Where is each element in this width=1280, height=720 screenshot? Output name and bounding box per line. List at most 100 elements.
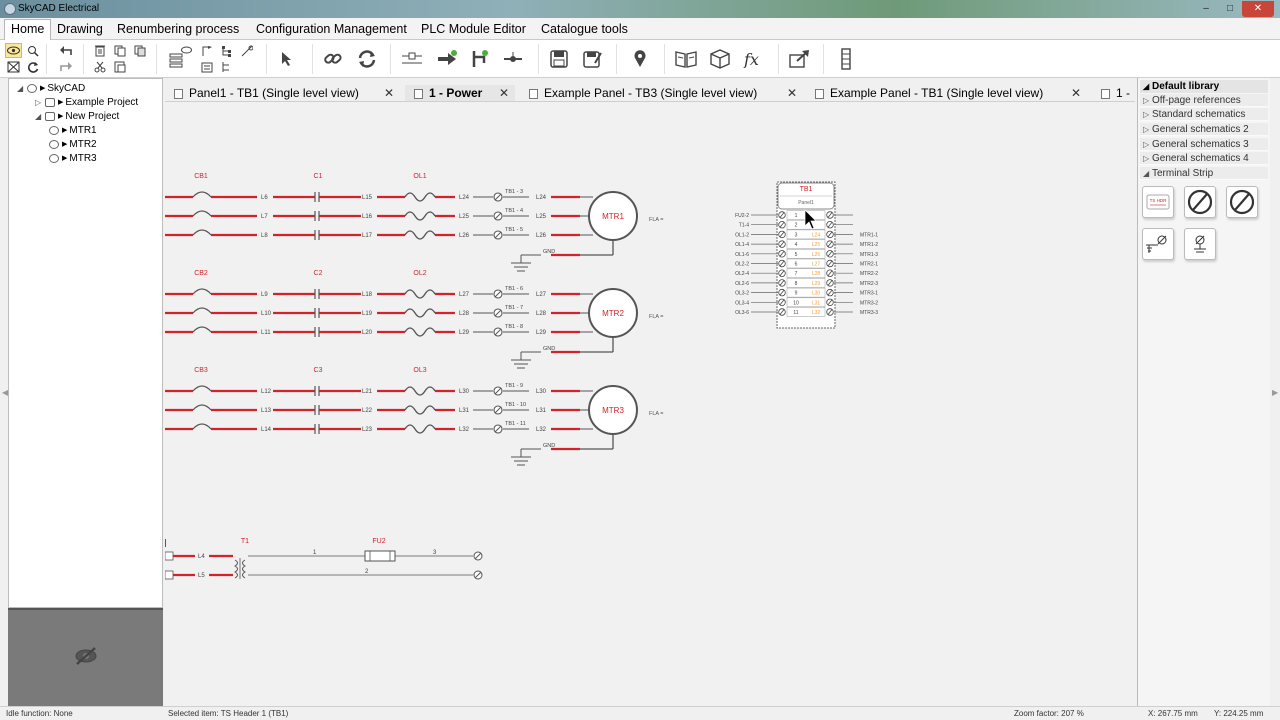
library-item-off-page-references[interactable]: ▷ Off-page references (1140, 94, 1268, 107)
close-tab-icon[interactable]: ✕ (384, 85, 394, 101)
wire-number: L31 (536, 408, 547, 414)
status-y-coordinate: Y: 224.25 mm (1214, 709, 1264, 718)
3d-box-icon[interactable] (707, 48, 733, 70)
sync-icon[interactable] (354, 48, 380, 70)
project-icon (45, 97, 55, 107)
tree-structure-icon[interactable] (219, 43, 235, 58)
tab-panel1-tb1[interactable]: Panel1 - TB1 (Single level view) ✕ (165, 85, 400, 101)
insert-page-icon[interactable] (199, 43, 215, 58)
wire-number: L22 (362, 408, 373, 414)
tree-item-skycad[interactable]: ◢ ▶ SkyCAD (17, 81, 85, 95)
close-tab-icon[interactable]: ✕ (787, 85, 797, 101)
overload-label: OL2 (413, 270, 426, 277)
save-all-icon[interactable] (580, 48, 606, 70)
tab-plc-module-editor[interactable]: PLC Module Editor (415, 21, 532, 39)
library-header[interactable]: ◢ Default library (1140, 80, 1268, 93)
copy-format-icon[interactable] (131, 43, 148, 58)
zoom-extents-icon[interactable] (5, 59, 22, 74)
select-pointer-icon[interactable] (276, 48, 296, 70)
eye-off-icon[interactable] (74, 646, 98, 669)
wire-number: L5 (198, 573, 205, 579)
tree-item-example-project[interactable]: ▷ ▶ Example Project (35, 95, 138, 109)
tab-1-power[interactable]: 1 - Power ✕ (405, 85, 515, 101)
transformer-label: T1 (241, 538, 249, 545)
right-collapse-handle[interactable]: ▶ (1272, 388, 1278, 397)
library-item-general-schematics-3[interactable]: ▷ General schematics 3 (1140, 138, 1268, 151)
minimize-button[interactable]: – (1194, 1, 1218, 17)
terminal-header-symbol[interactable]: TS HDR (1142, 186, 1174, 218)
fuse-label: FU2 (372, 538, 385, 545)
zoom-icon[interactable] (25, 43, 41, 58)
view-icon[interactable] (179, 44, 193, 56)
show-icon[interactable] (5, 43, 22, 58)
wire-settings-icon[interactable] (239, 43, 255, 58)
wire-number: L20 (362, 330, 373, 336)
link-icon[interactable] (321, 48, 345, 70)
wire-number: L25 (536, 214, 547, 220)
library-item-general-schematics-2[interactable]: ▷ General schematics 2 (1140, 123, 1268, 136)
close-tab-icon[interactable]: ✕ (499, 85, 509, 101)
tab-1-partial[interactable]: 1 - (1092, 85, 1135, 101)
save-icon[interactable] (547, 48, 571, 70)
pe-terminal-icon[interactable] (1184, 228, 1216, 260)
hierarchy-icon[interactable] (219, 59, 235, 74)
page-icon (414, 89, 423, 99)
wire-number: L13 (261, 408, 272, 414)
tab-catalogue-tools[interactable]: Catalogue tools (535, 21, 634, 39)
overload-element (404, 230, 436, 240)
library-item-standard-schematics[interactable]: ▷ Standard schematics (1140, 108, 1268, 121)
undo-icon[interactable] (57, 43, 75, 58)
tab-example-panel-tb3[interactable]: Example Panel - TB3 (Single level view) … (520, 85, 800, 101)
tab-renumbering-process[interactable]: Renumbering process (111, 21, 245, 39)
maximize-button[interactable]: □ (1218, 1, 1242, 17)
tab-example-panel-tb1[interactable]: Example Panel - TB1 (Single level view) … (806, 85, 1086, 101)
wire-number: L17 (362, 233, 373, 239)
left-collapse-handle[interactable]: ◀ (2, 388, 8, 397)
schematic-canvas[interactable]: CB1 C1 OL1 L6 L15 L24 TB1 - 3 L24 L7 L16 L25 TB1 - … (165, 102, 1135, 706)
close-button[interactable]: ✕ (1242, 1, 1274, 17)
terminal-symbol-icon[interactable] (1184, 186, 1216, 218)
delete-icon[interactable] (91, 43, 108, 58)
tab-configuration-management[interactable]: Configuration Management (250, 21, 413, 39)
function-fx-icon[interactable]: fx (740, 48, 768, 70)
paste-icon[interactable] (111, 59, 128, 74)
wire-number: L27 (459, 292, 470, 298)
schematic-drawing[interactable]: CB1 C1 OL1 L6 L15 L24 TB1 - 3 L24 L7 L16 L25 TB1 - … (165, 102, 1135, 706)
terminal-strip-icon[interactable] (834, 48, 858, 70)
ground-label: GND (543, 249, 555, 255)
insert-component-icon[interactable] (434, 48, 460, 70)
cut-icon[interactable] (91, 59, 108, 74)
library-item-general-schematics-4[interactable]: ▷ General schematics 4 (1140, 152, 1268, 165)
tree-item-mtr1[interactable]: ▶ MTR1 (49, 123, 97, 137)
terminal-tag: TB1 - 9 (505, 383, 523, 389)
tab-home[interactable]: Home (4, 19, 52, 40)
fuse-block (165, 551, 174, 561)
terminal-wire-number: L32 (812, 310, 821, 316)
wire-number: 1 (313, 550, 317, 556)
close-tab-icon[interactable]: ✕ (1071, 85, 1081, 101)
terminal-left-tag: OL1-4 (735, 242, 749, 248)
ground-terminal-icon[interactable] (1142, 228, 1174, 260)
terminal-symbol-alt-icon[interactable] (1226, 186, 1258, 218)
location-icon[interactable] (628, 48, 652, 70)
page-icon[interactable] (199, 59, 215, 74)
terminal-left-tag: OL2-4 (735, 271, 749, 277)
copy-icon[interactable] (111, 43, 128, 58)
tree-item-mtr2[interactable]: ▶ MTR2 (49, 137, 97, 151)
export-icon[interactable] (787, 48, 813, 70)
catalogue-book-icon[interactable] (673, 48, 699, 70)
library-item-terminal-strip[interactable]: ◢ Terminal Strip (1140, 167, 1268, 180)
redo-icon[interactable] (57, 59, 75, 74)
refresh-icon[interactable] (25, 59, 41, 74)
breaker-contact (192, 404, 212, 411)
insert-wire-icon[interactable] (500, 48, 526, 70)
wire-number: L7 (261, 214, 268, 220)
tab-drawing[interactable]: Drawing (51, 21, 109, 39)
insert-contact-icon[interactable] (468, 48, 492, 70)
wire-number: L28 (459, 311, 470, 317)
tree-item-mtr3[interactable]: ▶ MTR3 (49, 151, 97, 165)
wire-numbering-icon[interactable] (400, 48, 424, 70)
fuse-symbol (364, 550, 396, 562)
tree-item-new-project[interactable]: ◢ ▶ New Project (35, 109, 119, 123)
terminal-block-subtitle: Panel1 (798, 200, 814, 206)
